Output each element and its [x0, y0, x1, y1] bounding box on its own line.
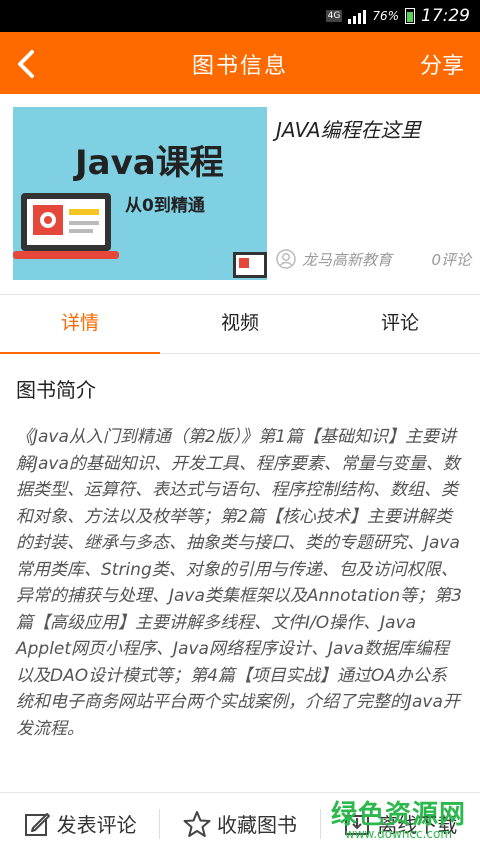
- watermark-url: www.downcc.com: [344, 827, 453, 841]
- battery-icon: [405, 8, 415, 24]
- edit-icon: [24, 812, 50, 836]
- book-description: 《Java从入门到精通（第2版）》第1篇【基础知识】主要讲解Java的基础知识、…: [16, 427, 462, 739]
- comment-count: 0评论: [431, 250, 471, 269]
- tab-video[interactable]: 视频: [160, 295, 320, 353]
- share-button[interactable]: 分享: [420, 48, 464, 80]
- page-title: 图书信息: [191, 54, 288, 79]
- favorite-book-button[interactable]: 收藏图书: [160, 804, 319, 844]
- favorite-book-label: 收藏图书: [216, 813, 297, 837]
- tab-details[interactable]: 详情: [0, 295, 160, 354]
- laptop-illustration: [13, 193, 267, 278]
- post-comment-button[interactable]: 发表评论: [0, 804, 159, 844]
- book-cover[interactable]: Java课程 从0到精通: [13, 107, 267, 280]
- section-title: 图书简介: [16, 378, 96, 402]
- watermark-text: 绿色资源网: [330, 800, 466, 830]
- star-icon: [183, 810, 211, 837]
- status-bar: 4G 76% 17:29: [0, 0, 480, 32]
- book-meta: 龙马高新教育 0评论: [276, 246, 471, 272]
- book-title: JAVA编程在这里: [276, 118, 421, 142]
- author-avatar-icon: [276, 249, 296, 269]
- author-name[interactable]: 龙马高新教育: [302, 249, 392, 270]
- tab-bar: 详情 视频 评论: [0, 295, 480, 354]
- clock: 17:29: [421, 6, 470, 26]
- app-bar: 图书信息 分享: [0, 32, 480, 94]
- book-info: Java课程 从0到精通 JAVA编程在这里 龙马高新教育 0评论: [0, 94, 480, 295]
- battery-percent: 76%: [372, 9, 399, 23]
- signal-icon: [348, 8, 367, 24]
- watermark: 绿色资源网 www.downcc.com: [331, 794, 466, 841]
- post-comment-label: 发表评论: [56, 813, 137, 837]
- tab-comments[interactable]: 评论: [320, 295, 480, 353]
- network-type: 4G: [325, 10, 343, 22]
